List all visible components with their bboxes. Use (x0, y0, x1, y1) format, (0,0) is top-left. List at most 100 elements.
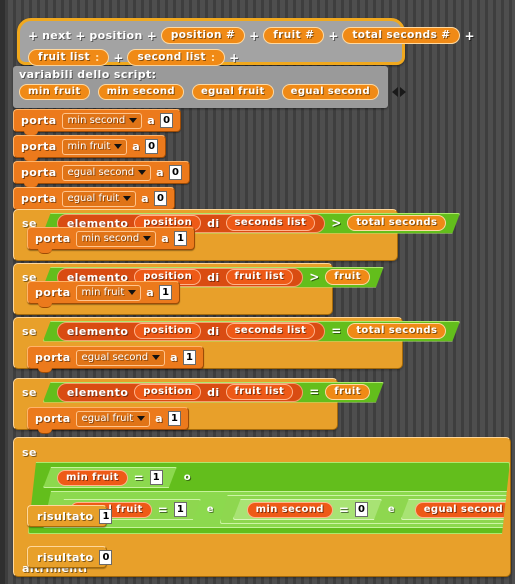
left-gutter (0, 0, 5, 584)
variable-min-fruit[interactable]: min fruit (57, 470, 128, 486)
reporter-keyword: elemento (66, 324, 129, 338)
variable-dropdown[interactable]: min fruit (75, 284, 142, 301)
variable-dropdown[interactable]: min second (61, 112, 143, 129)
report-keyword: risultato (37, 550, 94, 564)
value-input[interactable]: 1 (174, 231, 188, 246)
value-input[interactable]: 0 (168, 165, 182, 180)
chevron-down-icon[interactable] (114, 144, 123, 149)
variable-label: position (143, 325, 193, 336)
input-label: position # (170, 28, 236, 41)
value-input[interactable]: 0 (153, 191, 167, 206)
report-block-then[interactable]: risultato 1 (27, 505, 113, 527)
value-input[interactable]: 0 (355, 502, 368, 517)
or-keyword: o (183, 472, 191, 483)
chevron-down-icon[interactable] (138, 170, 147, 175)
custom-block-hat[interactable]: + next + position + position # + fruit #… (17, 18, 475, 67)
script-variables-block[interactable]: variabili dello script: min fruit min se… (13, 66, 406, 108)
input-label: fruit list (38, 50, 90, 63)
chevron-down-icon[interactable] (137, 416, 146, 421)
add-input-plus-icon[interactable]: + (249, 29, 259, 43)
predicate-equals-min-fruit[interactable]: min fruit = 1 (43, 467, 177, 488)
set-block-egual-second[interactable]: porta egual second a 0 (13, 161, 190, 188)
variable-dropdown[interactable]: egual second (61, 164, 152, 181)
list-variable[interactable]: seconds list (226, 323, 316, 339)
add-input-plus-icon[interactable]: + (464, 29, 474, 43)
variable-dropdown[interactable]: egual fruit (61, 190, 137, 207)
script-var-min-fruit[interactable]: min fruit (19, 84, 90, 100)
chevron-down-icon[interactable] (129, 118, 138, 123)
variable-egual-second[interactable]: egual second (415, 502, 512, 518)
script-var-min-second[interactable]: min second (97, 84, 184, 100)
set-block-min-fruit[interactable]: porta min fruit a 0 (13, 135, 167, 162)
value-input[interactable]: 1 (99, 508, 113, 524)
value-input[interactable]: 0 (160, 113, 174, 128)
set-keyword: porta (21, 192, 57, 205)
variable-label: seconds list (234, 325, 307, 336)
add-input-plus-icon[interactable]: + (147, 29, 157, 43)
right-operand-variable[interactable]: fruit (325, 269, 370, 285)
hat-input-fruit-list[interactable]: fruit list : (28, 49, 110, 66)
script-var-egual-fruit[interactable]: egual fruit (191, 84, 274, 100)
chevron-down-icon[interactable] (123, 196, 132, 201)
add-input-plus-icon[interactable]: + (75, 29, 85, 43)
add-input-plus-icon[interactable]: + (28, 29, 38, 43)
hat-row-2: fruit list : + second list : + (28, 48, 394, 67)
variable-min-second[interactable]: min second (247, 502, 333, 518)
value-input[interactable]: 1 (167, 411, 181, 426)
list-variable[interactable]: seconds list (226, 215, 316, 231)
value-input[interactable]: 0 (145, 139, 159, 154)
value-input[interactable]: 1 (150, 470, 163, 485)
value-input[interactable]: 1 (174, 502, 187, 517)
left-arrow-icon[interactable] (392, 87, 398, 97)
variable-dropdown[interactable]: min fruit (61, 138, 128, 155)
set-block-inside-if-3[interactable]: porta egual second a 1 (27, 346, 204, 373)
hat-input-second-list[interactable]: second list : (127, 49, 226, 66)
chevron-down-icon[interactable] (128, 290, 137, 295)
hat-word-next[interactable]: next (42, 30, 71, 41)
add-input-plus-icon[interactable]: + (229, 51, 239, 65)
list-variable[interactable]: fruit list (226, 384, 294, 400)
right-operand-variable[interactable]: total seconds (347, 215, 446, 231)
set-block-inside-if-2[interactable]: porta min fruit a 1 (27, 281, 181, 308)
script-var-egual-second[interactable]: egual second (281, 84, 379, 100)
right-operand-variable[interactable]: fruit (325, 384, 370, 400)
variadic-arrows[interactable] (392, 87, 406, 97)
chevron-down-icon[interactable] (143, 236, 152, 241)
list-variable[interactable]: fruit list (226, 269, 294, 285)
variable-dropdown[interactable]: egual second (75, 349, 166, 366)
set-keyword: porta (35, 286, 71, 299)
script-variables-label: variabili dello script: (19, 68, 157, 81)
predicate-and-inner[interactable]: min second = 0 e egual second = (220, 495, 515, 524)
hat-input-fruit-num[interactable]: fruit # (263, 27, 325, 44)
hat-word-position[interactable]: position (89, 30, 142, 41)
value-input[interactable]: 1 (182, 350, 196, 365)
predicate-equals-min-second[interactable]: min second = 0 (233, 499, 382, 520)
right-operand-variable[interactable]: total seconds (347, 323, 446, 339)
report-block-else[interactable]: risultato 0 (27, 546, 113, 568)
variable-label: seconds list (234, 217, 307, 228)
predicate-and-outer[interactable]: egual fruit = 1 e min second = (43, 491, 515, 528)
predicate-equals-egual-second[interactable]: egual second = 0 (401, 499, 515, 520)
index-variable[interactable]: position (134, 323, 201, 339)
right-arrow-icon[interactable] (400, 87, 406, 97)
value-input[interactable]: 1 (159, 285, 173, 300)
variable-dropdown[interactable]: egual fruit (75, 410, 151, 427)
hat-input-total-seconds-num[interactable]: total seconds # (342, 27, 461, 44)
value-input[interactable]: 0 (99, 549, 113, 565)
hat-input-position-num[interactable]: position # (160, 27, 246, 44)
index-variable[interactable]: position (134, 384, 201, 400)
set-block-inside-if-1[interactable]: porta min second a 1 (27, 227, 196, 254)
list-item-reporter[interactable]: elemento position di seconds list (57, 322, 325, 341)
set-block-inside-if-4[interactable]: porta egual fruit a 1 (27, 407, 189, 434)
predicate-equals[interactable]: elemento position di seconds list = tota… (43, 321, 461, 342)
add-input-plus-icon[interactable]: + (328, 29, 338, 43)
operator-symbol: = (331, 324, 342, 338)
variable-dropdown[interactable]: min second (75, 230, 157, 247)
chevron-down-icon[interactable] (152, 355, 161, 360)
set-block-egual-fruit[interactable]: porta egual fruit a 0 (13, 187, 175, 214)
list-item-reporter[interactable]: elemento position di fruit list (57, 383, 303, 402)
variable-label: egual second (423, 503, 504, 515)
add-input-plus-icon[interactable]: + (113, 51, 123, 65)
set-block-min-second[interactable]: porta min second a 0 (13, 109, 182, 136)
predicate-equals[interactable]: elemento position di fruit list = fruit (43, 382, 384, 403)
